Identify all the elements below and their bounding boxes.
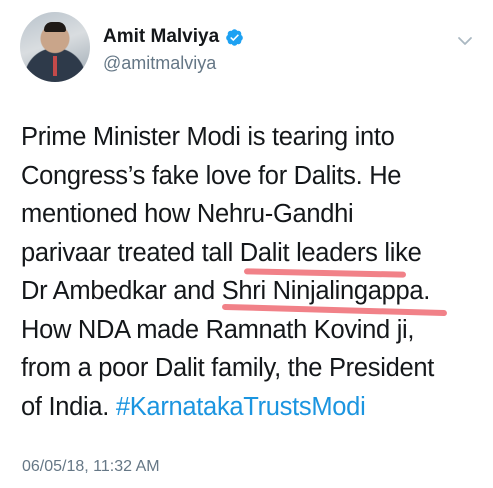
tweet-text: Prime Minister Modi is tearing into Cong…: [21, 118, 483, 426]
author-display-name[interactable]: Amit Malviya: [103, 26, 219, 48]
hashtag-link[interactable]: #KarnatakaTrustsModi: [116, 393, 366, 421]
avatar[interactable]: [20, 12, 90, 82]
tweet-text-line: Prime Minister Modi is tearing into: [21, 123, 395, 151]
author-name-row: Amit Malviya: [103, 26, 244, 48]
author-handle[interactable]: @amitmalviya: [103, 53, 216, 74]
tweet-text-line: Congress’s fake love for Dalits. He: [21, 161, 402, 190]
tweet-timestamp[interactable]: 06/05/18, 11:32 AM: [22, 458, 160, 476]
tweet-card: Amit Malviya @amitmalviya Prime Minister…: [0, 0, 493, 488]
tweet-text-line: Dr Ambedkar and Shri Ninjalingappa.: [21, 277, 431, 305]
tweet-text-line: from a poor Dalit family, the President: [21, 354, 434, 382]
tweet-text-line: parivaar treated tall Dalit leaders like: [21, 238, 422, 267]
avatar-lanyard: [53, 56, 57, 76]
tweet-text-last-line: of India. #KarnatakaTrustsModi: [21, 388, 483, 427]
tweet-text-line: How NDA made Ramnath Kovind ji,: [21, 315, 415, 344]
tweet-text-line: of India.: [21, 392, 110, 421]
tweet-text-line: mentioned how Nehru-Gandhi: [21, 200, 354, 228]
avatar-hair: [44, 22, 66, 32]
verified-badge-icon: [225, 28, 244, 47]
chevron-down-icon[interactable]: [456, 32, 474, 50]
